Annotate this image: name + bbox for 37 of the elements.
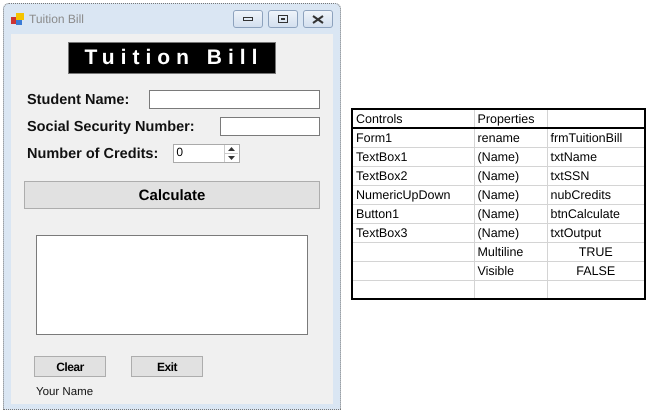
clear-button[interactable]: Clear — [34, 356, 106, 377]
app-icon — [11, 12, 25, 26]
footer-label: Your Name — [36, 386, 94, 398]
table-cell: TextBox3 — [352, 223, 474, 242]
table-cell: Multiline — [474, 242, 547, 261]
field-label: Number of Credits: — [26, 146, 158, 162]
table-cell: NumericUpDown — [352, 185, 474, 204]
exit-button[interactable]: Exit — [131, 356, 203, 377]
table-cell: Visible — [474, 261, 547, 280]
output-box[interactable] — [36, 235, 308, 335]
table-cell: TextBox2 — [352, 166, 474, 185]
close-icon — [312, 14, 324, 24]
table-cell: Button1 — [352, 204, 474, 223]
credits-spinner[interactable]: 0 — [173, 144, 240, 163]
table-cell: (Name) — [474, 147, 547, 166]
field-label: Social Security Number: — [26, 118, 195, 134]
minimize-icon — [243, 17, 253, 21]
window-title: Tuition Bill — [29, 12, 85, 26]
table-cell: rename — [474, 128, 547, 147]
table-cell: (Name) — [474, 166, 547, 185]
table-cell: (Name) — [474, 185, 547, 204]
input-field[interactable] — [149, 90, 320, 109]
table-cell: (Name) — [474, 204, 547, 223]
banner-title: Tuition Bill — [68, 42, 276, 74]
table-cell: (Name) — [474, 223, 547, 242]
calculate-button[interactable]: Calculate — [24, 181, 320, 209]
column-header: Controls — [352, 109, 474, 128]
close-button[interactable] — [303, 10, 333, 28]
input-field[interactable] — [220, 117, 320, 136]
table-cell: TextBox1 — [352, 147, 474, 166]
spin-arrows-icon — [225, 145, 238, 162]
maximize-button[interactable] — [268, 10, 298, 28]
table-cell: Form1 — [352, 128, 474, 147]
maximize-icon — [278, 15, 288, 23]
minimize-button[interactable] — [233, 10, 263, 28]
column-header: Properties — [474, 109, 547, 128]
field-label: Student Name: — [26, 92, 130, 108]
